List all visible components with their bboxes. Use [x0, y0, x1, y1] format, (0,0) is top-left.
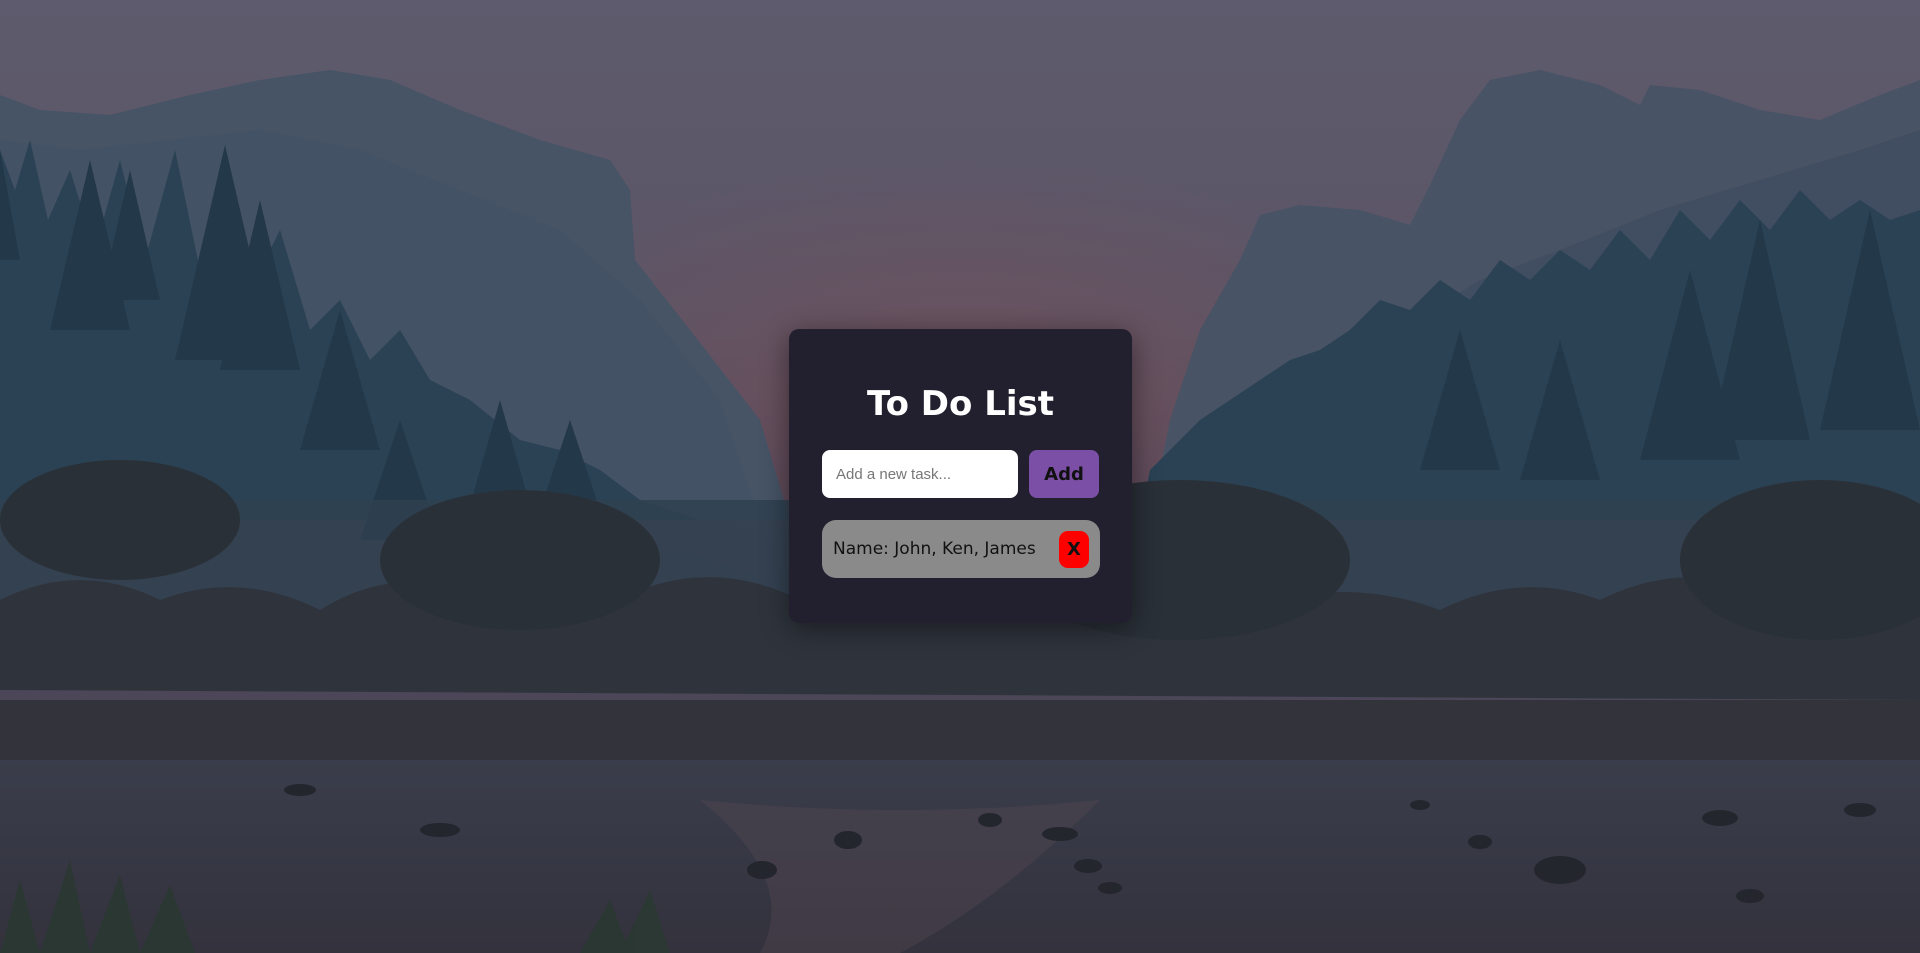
page: To Do List Add Name: John, Ken, James X: [0, 0, 1920, 953]
page-title: To Do List: [866, 384, 1055, 424]
todo-card: To Do List Add Name: John, Ken, James X: [789, 329, 1132, 623]
task-list: Name: John, Ken, James X: [822, 520, 1100, 578]
delete-task-button[interactable]: X: [1059, 531, 1089, 568]
new-task-input[interactable]: [822, 450, 1018, 498]
add-task-button[interactable]: Add: [1029, 450, 1099, 498]
task-text: Name: John, Ken, James: [833, 539, 1036, 559]
task-item: Name: John, Ken, James X: [822, 520, 1100, 578]
